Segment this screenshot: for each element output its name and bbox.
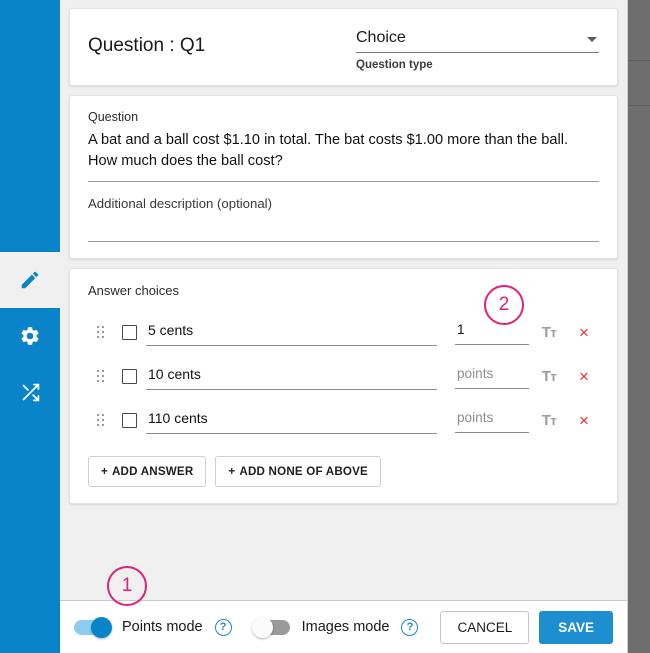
shuffle-icon	[20, 382, 41, 403]
delete-answer-icon[interactable]: ×	[569, 412, 599, 429]
answer-correct-checkbox[interactable]	[112, 324, 146, 340]
answer-points-input[interactable]: points	[455, 363, 529, 390]
cancel-button[interactable]: CANCEL	[440, 610, 530, 644]
save-button[interactable]: SAVE	[539, 610, 613, 644]
backdrop-divider	[628, 60, 650, 61]
points-mode-help-icon[interactable]: ?	[214, 618, 232, 636]
chevron-down-icon	[587, 37, 597, 42]
pencil-icon	[19, 269, 41, 291]
answer-choices-card: Answer choices 5 cents 1 Tт × 10 cents p…	[69, 268, 618, 505]
add-buttons-row: + ADD ANSWER + ADD NONE OF ABOVE	[88, 456, 599, 488]
question-editor-modal: Question : Q1 Choice Question type Quest…	[60, 0, 628, 653]
question-description-input[interactable]: Additional description (optional)	[88, 196, 599, 243]
screen: Question : Q1 Choice Question type Quest…	[0, 0, 650, 653]
toggle-knob	[251, 616, 273, 638]
drag-handle-icon[interactable]	[88, 370, 112, 383]
images-mode-help-icon[interactable]: ?	[401, 618, 419, 636]
drag-handle-icon[interactable]	[88, 414, 112, 427]
question-field-label: Question	[88, 110, 139, 124]
add-none-label: ADD NONE OF ABOVE	[239, 465, 368, 479]
left-sidebar	[0, 0, 60, 653]
modal-body: Question : Q1 Choice Question type Quest…	[60, 0, 627, 600]
question-type-select[interactable]: Choice	[356, 27, 599, 53]
images-mode-label: Images mode	[301, 619, 390, 635]
drag-handle-icon[interactable]	[88, 326, 112, 339]
points-mode-toggle[interactable]	[74, 616, 112, 638]
delete-answer-icon[interactable]: ×	[569, 324, 599, 341]
delete-answer-icon[interactable]: ×	[569, 368, 599, 385]
sidebar-item-edit[interactable]	[0, 252, 60, 308]
question-text-card: Question A bat and a ball cost $1.10 in …	[69, 95, 618, 260]
answer-choice-row: 5 cents 1 Tт ×	[88, 310, 599, 354]
text-format-icon[interactable]: Tт	[529, 324, 569, 341]
answer-correct-checkbox[interactable]	[112, 412, 146, 428]
gear-icon	[19, 325, 41, 347]
question-text-input[interactable]: A bat and a ball cost $1.10 in total. Th…	[88, 130, 599, 183]
text-format-icon[interactable]: Tт	[529, 368, 569, 385]
images-mode-toggle[interactable]	[251, 616, 290, 638]
answer-points-input[interactable]: points	[455, 407, 529, 434]
answer-points-input[interactable]: 1	[455, 319, 529, 346]
plus-icon: +	[228, 465, 236, 479]
answer-choice-row: 10 cents points Tт ×	[88, 354, 599, 398]
points-mode-label: Points mode	[122, 619, 203, 635]
question-type-label: Question type	[356, 59, 433, 71]
text-format-icon[interactable]: Tт	[529, 412, 569, 429]
answer-choice-row: 110 cents points Tт ×	[88, 398, 599, 442]
add-answer-button[interactable]: + ADD ANSWER	[88, 456, 207, 488]
toggle-knob	[91, 616, 112, 638]
modal-footer: Points mode ? Images mode ? CANCEL SAVE	[60, 600, 627, 653]
sidebar-item-settings[interactable]	[0, 308, 60, 364]
answer-correct-checkbox[interactable]	[112, 368, 146, 384]
sidebar-item-shuffle[interactable]	[0, 364, 60, 420]
page-title: Question : Q1	[88, 35, 206, 56]
plus-icon: +	[101, 465, 108, 479]
answer-text-input[interactable]: 5 cents	[146, 319, 437, 346]
question-header-card: Question : Q1 Choice Question type	[69, 8, 618, 86]
question-type-value: Choice	[356, 29, 406, 46]
answer-choices-title: Answer choices	[88, 283, 180, 299]
backdrop-divider	[628, 105, 650, 106]
question-type-group: Choice Question type	[356, 25, 599, 71]
add-answer-label: ADD ANSWER	[111, 465, 194, 479]
add-none-of-above-button[interactable]: + ADD NONE OF ABOVE	[215, 456, 381, 488]
answer-text-input[interactable]: 10 cents	[146, 363, 437, 390]
answer-text-input[interactable]: 110 cents	[146, 407, 437, 434]
question-description-placeholder: Additional description (optional)	[88, 196, 273, 212]
